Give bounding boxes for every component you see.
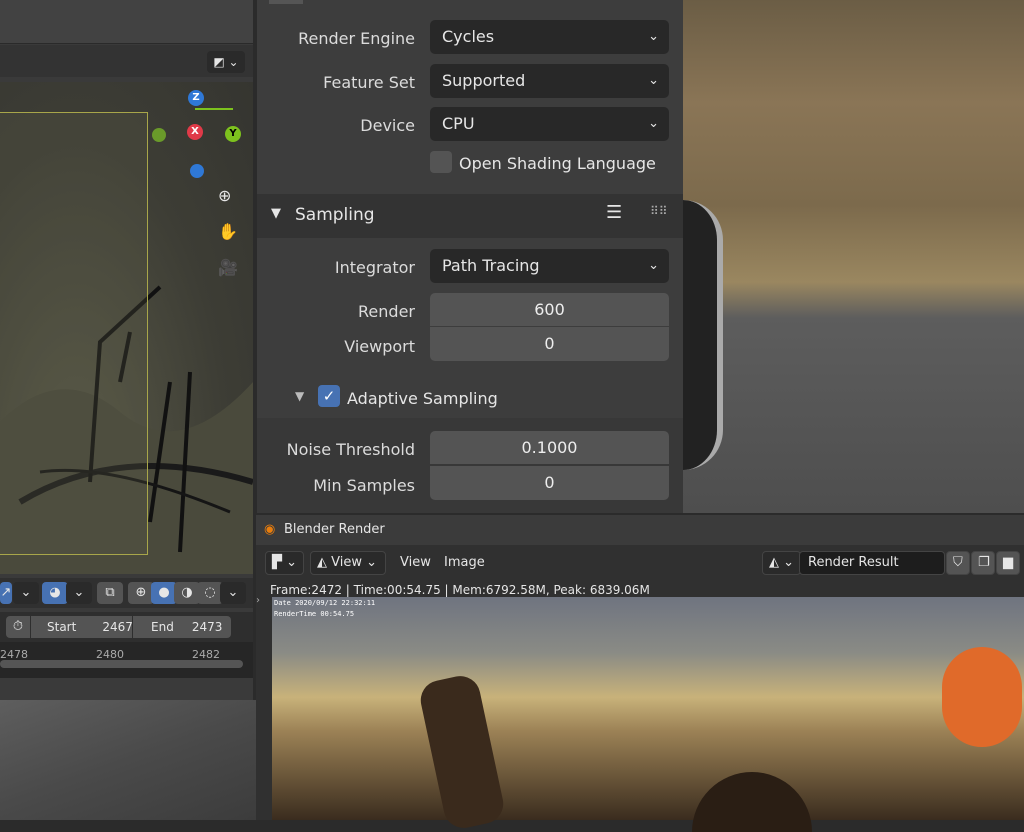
render-samples-field[interactable]: 600	[430, 293, 669, 327]
chevron-down-icon: ⌄	[648, 116, 659, 131]
viewport-samples-field[interactable]: 0	[430, 327, 669, 361]
chevron-down-icon[interactable]: ⌄	[220, 582, 246, 604]
viewport-top-bar	[0, 0, 253, 44]
start-frame-field[interactable]: Start 2467	[31, 616, 133, 638]
noise-threshold-label: Noise Threshold	[286, 440, 415, 459]
chevron-down-icon[interactable]: ⌄	[13, 582, 39, 604]
overlay-icon[interactable]: ◕	[42, 582, 68, 604]
start-value: 2467	[102, 620, 133, 634]
start-label: Start	[47, 620, 77, 634]
chevron-down-icon: ⌄	[648, 29, 659, 44]
menu-view[interactable]: View	[400, 555, 431, 570]
3d-viewport[interactable]: ◩ ⌄ Z X Y ⊕ ✋ 🎥 ↗ ⌄ ◕ ⌄ ⧉ ⊕ ● ◑ ◌ ⌄ ⏱ St…	[0, 0, 253, 700]
x-axis-gizmo[interactable]: X	[187, 124, 203, 140]
car-wheel	[683, 200, 723, 470]
image-editor-header: ▛ ⌄ ◭ View ⌄ View Image ◭ ⌄ Render Resul…	[256, 545, 1024, 581]
render-window: ◉ Blender Render ▛ ⌄ ◭ View ⌄ View Image…	[256, 515, 1024, 832]
gizmo-icon[interactable]: ↗	[0, 582, 12, 604]
character-head	[942, 647, 1022, 747]
timeline[interactable]: 2478 2480 2482	[0, 642, 253, 678]
y-axis-line	[195, 108, 233, 110]
sampling-title: Sampling	[295, 205, 375, 225]
osl-label: Open Shading Language	[459, 154, 656, 173]
min-samples-label: Min Samples	[313, 476, 415, 495]
adaptive-sampling-checkbox[interactable]: ✓	[318, 385, 340, 407]
device-value: CPU	[442, 114, 475, 133]
sidebar-toggle-icon[interactable]: ›	[256, 595, 266, 615]
device-dropdown[interactable]: CPU ⌄	[430, 107, 669, 141]
image-name-field[interactable]: Render Result	[799, 551, 945, 575]
osl-checkbox[interactable]	[430, 151, 452, 173]
integrator-label: Integrator	[334, 258, 415, 277]
viewport-scene[interactable]: Z X Y ⊕ ✋ 🎥	[0, 82, 253, 574]
zoom-icon[interactable]: ⊕	[218, 186, 231, 205]
window-title-bar: ◉ Blender Render	[256, 515, 1024, 545]
blender-logo-icon: ◉	[264, 522, 276, 537]
feature-set-label: Feature Set	[323, 73, 415, 92]
render-engine-value: Cycles	[442, 27, 495, 46]
noise-threshold-field[interactable]: 0.1000	[430, 431, 669, 465]
editor-type-dropdown[interactable]: ▛ ⌄	[265, 551, 305, 575]
shading-mode-dropdown[interactable]: ◩ ⌄	[207, 51, 245, 73]
end-label: End	[151, 620, 174, 634]
character-hair	[692, 772, 812, 832]
viewport-samples-label: Viewport	[344, 337, 415, 356]
stopwatch-icon[interactable]: ⏱	[6, 616, 30, 638]
xray-icon[interactable]: ⧉	[97, 582, 123, 604]
integrator-value: Path Tracing	[442, 256, 540, 275]
camera-view-icon[interactable]: 🎥	[218, 258, 238, 277]
tree-silhouette	[417, 672, 507, 832]
timeline-header: ⏱ Start 2467 End 2473	[0, 612, 253, 642]
z-axis-gizmo[interactable]: Z	[188, 90, 204, 106]
render-engine-label: Render Engine	[298, 29, 415, 48]
view-mode-dropdown[interactable]: ◭ View ⌄	[310, 551, 386, 575]
feature-set-value: Supported	[442, 71, 526, 90]
stamp-rendertime: RenderTime 00:54.75	[274, 610, 355, 618]
adaptive-sampling-label: Adaptive Sampling	[347, 389, 498, 408]
viewport-header: ◩ ⌄	[0, 45, 253, 77]
tab-indicator	[269, 0, 303, 4]
chevron-down-icon[interactable]: ⌄	[66, 582, 92, 604]
browse-image-dropdown[interactable]: ◭ ⌄	[762, 551, 802, 575]
end-value: 2473	[191, 620, 223, 634]
collapse-arrow-icon[interactable]: ▼	[295, 389, 304, 403]
background-car-photo	[683, 0, 1024, 513]
drag-handle-icon[interactable]: ⠿⠿	[650, 204, 668, 218]
chevron-down-icon: ⌄	[648, 258, 659, 273]
image-icon: ◭	[317, 555, 327, 570]
timeline-scrollbar[interactable]	[0, 660, 243, 668]
y-axis-gizmo[interactable]: Y	[225, 126, 241, 142]
hand-pan-icon[interactable]: ✋	[218, 222, 238, 241]
render-samples-label: Render	[358, 302, 415, 321]
duplicate-image-icon[interactable]: ❐	[971, 551, 995, 575]
neg-y-axis-dot[interactable]	[152, 128, 166, 142]
camera-frame	[0, 112, 148, 555]
presets-list-icon[interactable]: ☰	[606, 202, 622, 223]
sampling-section-header[interactable]: ▼ Sampling ☰ ⠿⠿	[257, 194, 683, 238]
view-mode-value: View	[331, 555, 362, 570]
render-result-image[interactable]: Date 2020/09/12 22:32:11 RenderTime 00:5…	[272, 597, 1024, 832]
device-label: Device	[360, 116, 415, 135]
render-engine-dropdown[interactable]: Cycles ⌄	[430, 20, 669, 54]
viewport-toolbar: ↗ ⌄ ◕ ⌄ ⧉ ⊕ ● ◑ ◌ ⌄	[0, 578, 253, 608]
integrator-dropdown[interactable]: Path Tracing ⌄	[430, 249, 669, 283]
background-road-image	[0, 700, 256, 820]
fake-user-shield-icon[interactable]: ⛉	[946, 551, 970, 575]
end-frame-field[interactable]: End 2473	[133, 616, 231, 638]
feature-set-dropdown[interactable]: Supported ⌄	[430, 64, 669, 98]
collapse-arrow-icon: ▼	[271, 206, 281, 221]
stamp-date: Date 2020/09/12 22:32:11	[274, 599, 376, 607]
open-folder-icon[interactable]: ▆	[996, 551, 1020, 575]
render-properties-panel: Render Engine Cycles ⌄ Feature Set Suppor…	[257, 0, 683, 513]
chevron-down-icon: ⌄	[648, 73, 659, 88]
window-title: Blender Render	[284, 522, 385, 537]
render-info-text: Frame:2472 | Time:00:54.75 | Mem:6792.58…	[270, 583, 650, 597]
min-samples-field[interactable]: 0	[430, 466, 669, 500]
neg-z-axis-dot[interactable]	[190, 164, 204, 178]
menu-image[interactable]: Image	[444, 555, 485, 570]
